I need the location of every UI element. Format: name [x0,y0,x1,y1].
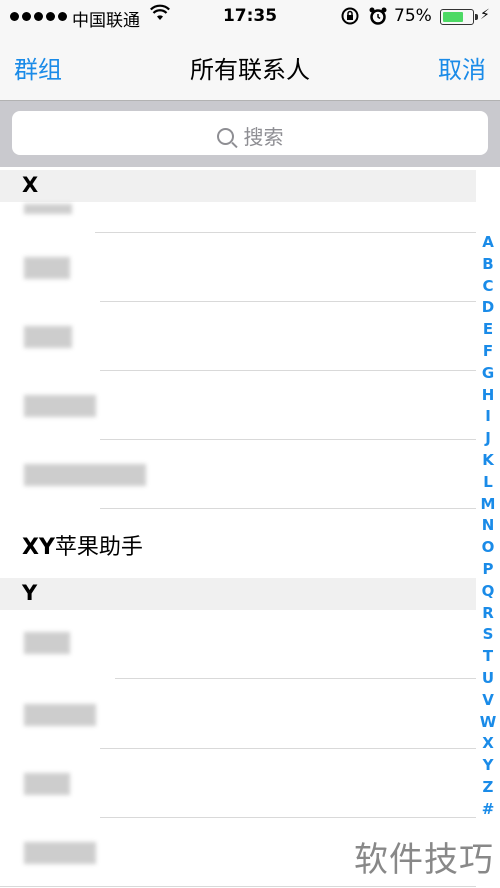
index-letter-b[interactable]: B [478,254,498,276]
index-letter-e[interactable]: E [478,319,498,341]
navigation-bar: 群组 所有联系人 取消 [0,34,500,101]
charging-icon: ⚡ [480,7,490,23]
index-letter-z[interactable]: Z [478,777,498,799]
watermark: 软件技巧 [350,826,500,884]
search-placeholder: 搜索 [243,125,284,149]
index-letter-k[interactable]: K [478,450,498,472]
list-item[interactable] [0,610,476,679]
index-letter-v[interactable]: V [478,690,498,712]
index-letter-a[interactable]: A [478,232,498,254]
contact-name: XY苹果助手 [22,535,143,560]
search-icon [216,128,234,145]
cancel-button[interactable]: 取消 [438,50,486,85]
orientation-lock-icon [340,6,360,31]
section-letter: X [22,173,39,197]
list-item[interactable] [0,233,476,302]
list-item[interactable]: XY苹果助手 [0,509,476,578]
index-letter-q[interactable]: Q [478,581,498,603]
index-letter-t[interactable]: T [478,646,498,668]
index-letter-w[interactable]: W [478,712,498,734]
section-letter: Y [22,581,38,605]
index-letter-m[interactable]: M [478,494,498,516]
index-letter-u[interactable]: U [478,668,498,690]
list-item[interactable] [0,749,476,818]
alphabet-index[interactable]: A B C D E F G H I J K L M N O P Q R S T U V W X Y Z # [478,232,498,821]
battery-icon [440,9,478,25]
index-letter-d[interactable]: D [478,297,498,319]
alarm-icon [368,6,388,31]
index-letter-c[interactable]: C [478,276,498,298]
index-letter-i[interactable]: I [478,406,498,428]
search-bar: 搜索 [0,101,500,167]
list-item[interactable] [0,302,476,371]
list-item[interactable] [0,680,476,749]
page-title: 所有联系人 [190,56,310,84]
list-item[interactable] [0,202,476,233]
index-letter-x[interactable]: X [478,733,498,755]
list-item[interactable] [0,371,476,440]
index-letter-j[interactable]: J [478,428,498,450]
index-letter-f[interactable]: F [478,341,498,363]
index-letter-s[interactable]: S [478,624,498,646]
index-letter-g[interactable]: G [478,363,498,385]
search-input[interactable]: 搜索 [12,111,488,155]
index-letter-h[interactable]: H [478,385,498,407]
section-header-y: Y [0,578,476,610]
section-header-x: X [0,170,476,202]
index-letter-r[interactable]: R [478,603,498,625]
index-letter-n[interactable]: N [478,515,498,537]
status-bar: 中国联通 17:35 75% ⚡ [0,0,500,34]
index-letter-o[interactable]: O [478,537,498,559]
list-item[interactable] [0,440,476,509]
index-letter-p[interactable]: P [478,559,498,581]
index-letter-hash[interactable]: # [478,799,498,821]
index-letter-l[interactable]: L [478,472,498,494]
index-letter-y[interactable]: Y [478,755,498,777]
battery-percent: 75% [394,6,432,26]
